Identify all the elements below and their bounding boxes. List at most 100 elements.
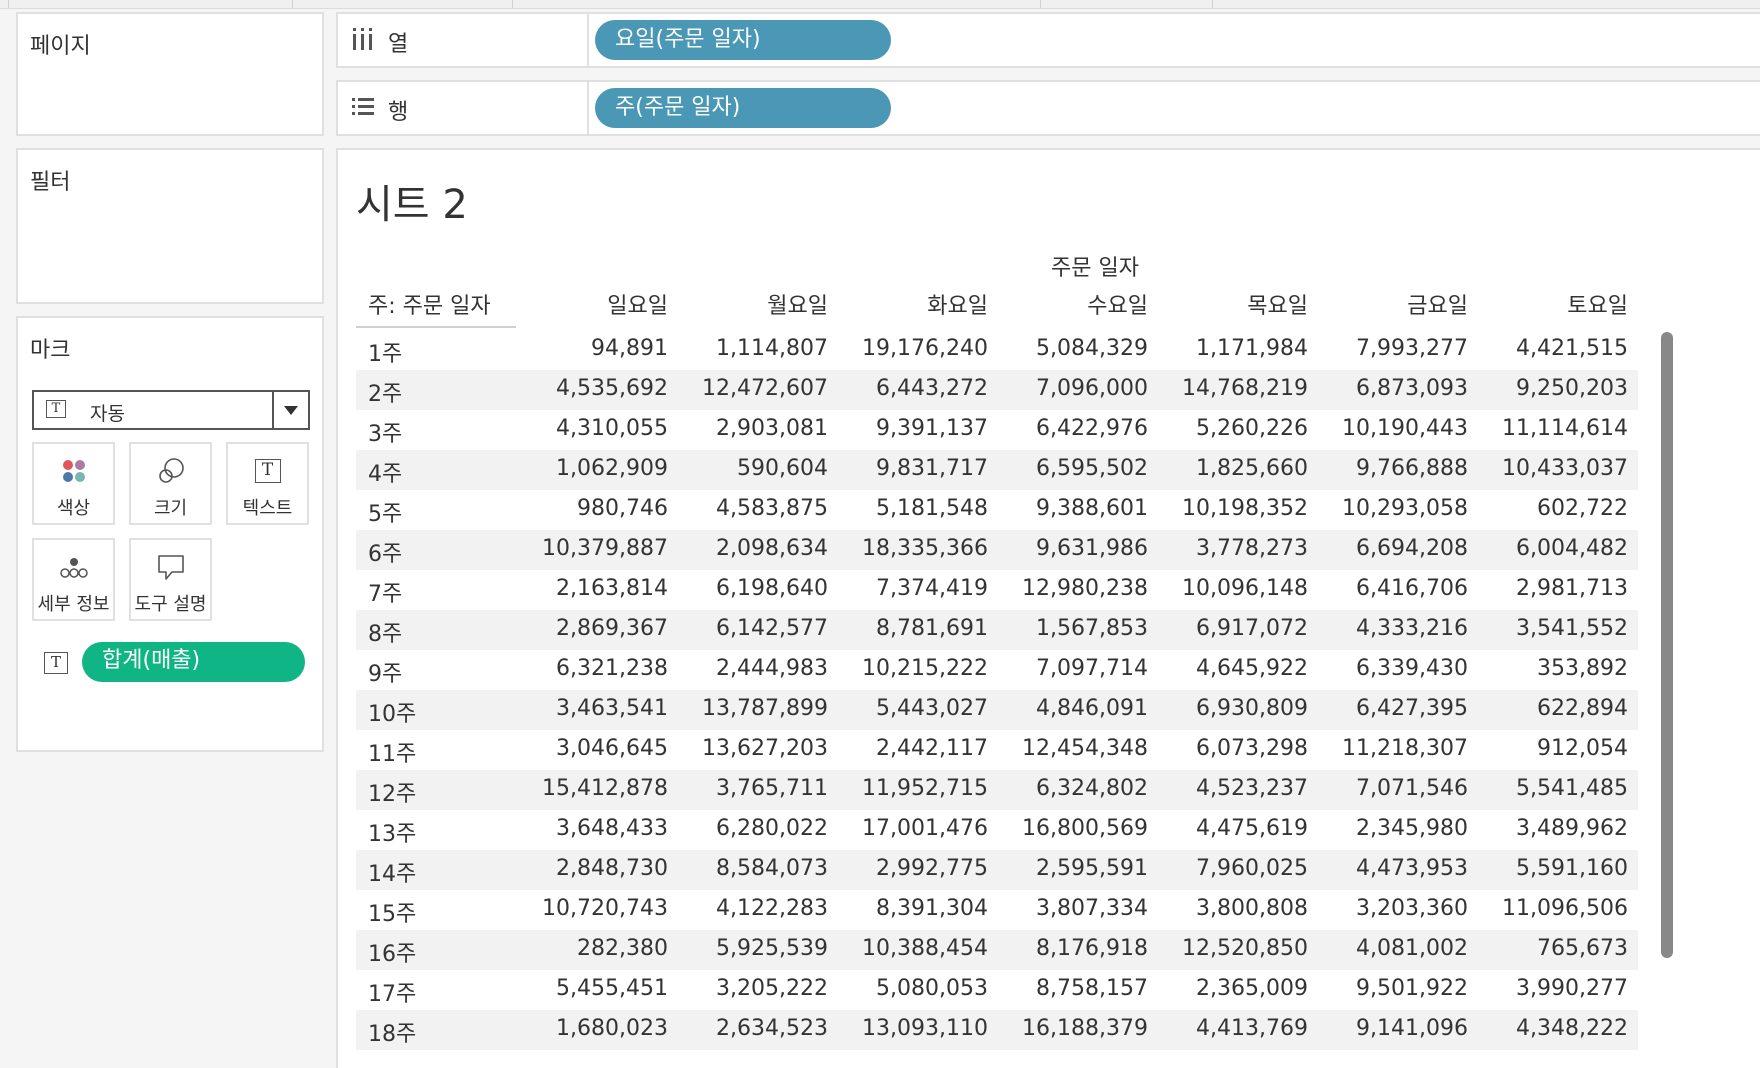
measure-pill-sum-sales[interactable]: 합계(매출) (82, 642, 305, 682)
filters-panel[interactable]: 필터 (16, 148, 324, 304)
table-cell[interactable]: 9,501,922 (1318, 976, 1468, 1001)
table-row[interactable]: 13주 3,648,433 6,280,022 17,001,476 16,800,56… (356, 810, 1638, 850)
table-cell[interactable]: 13,787,899 (678, 696, 828, 721)
table-cell[interactable]: 10,096,148 (1158, 576, 1308, 601)
table-cell[interactable]: 6,443,272 (838, 376, 988, 401)
row-label[interactable]: 2주 (368, 376, 402, 408)
table-cell[interactable]: 3,463,541 (518, 696, 668, 721)
table-cell[interactable]: 2,903,081 (678, 416, 828, 441)
table-cell[interactable]: 2,595,591 (998, 856, 1148, 881)
table-cell[interactable]: 4,333,216 (1318, 616, 1468, 641)
size-button[interactable]: 크기 (129, 442, 212, 525)
table-cell[interactable]: 4,535,692 (518, 376, 668, 401)
columns-pill-weekday[interactable]: 요일(주문 일자) (595, 20, 891, 60)
table-cell[interactable]: 7,960,025 (1158, 856, 1308, 881)
table-cell[interactable]: 4,421,515 (1478, 336, 1628, 361)
row-label[interactable]: 5주 (368, 496, 402, 528)
table-cell[interactable]: 6,339,430 (1318, 656, 1468, 681)
row-label[interactable]: 4주 (368, 456, 402, 488)
table-cell[interactable]: 8,391,304 (838, 896, 988, 921)
table-row[interactable]: 6주 10,379,887 2,098,634 18,335,366 9,631,986… (356, 530, 1638, 570)
table-cell[interactable]: 12,520,850 (1158, 936, 1308, 961)
table-cell[interactable]: 6,073,298 (1158, 736, 1308, 761)
table-cell[interactable]: 8,781,691 (838, 616, 988, 641)
table-cell[interactable]: 282,380 (518, 936, 668, 961)
table-cell[interactable]: 6,416,706 (1318, 576, 1468, 601)
table-cell[interactable]: 4,645,922 (1158, 656, 1308, 681)
rows-pill-week[interactable]: 주(주문 일자) (595, 88, 891, 128)
row-label[interactable]: 12주 (368, 776, 416, 808)
table-cell[interactable]: 4,523,237 (1158, 776, 1308, 801)
table-cell[interactable]: 12,472,607 (678, 376, 828, 401)
table-cell[interactable]: 3,807,334 (998, 896, 1148, 921)
table-cell[interactable]: 3,800,808 (1158, 896, 1308, 921)
rows-shelf[interactable]: 행 주(주문 일자) (336, 80, 1760, 136)
table-cell[interactable]: 10,198,352 (1158, 496, 1308, 521)
table-cell[interactable]: 2,098,634 (678, 536, 828, 561)
tooltip-button[interactable]: 도구 설명 (129, 538, 212, 621)
sheet-title[interactable]: 시트 2 (356, 172, 468, 230)
table-cell[interactable]: 1,567,853 (998, 616, 1148, 641)
table-row[interactable]: 5주 980,746 4,583,875 5,181,548 9,388,601 10,1… (356, 490, 1638, 530)
table-cell[interactable]: 3,765,711 (678, 776, 828, 801)
table-cell[interactable]: 4,413,769 (1158, 1016, 1308, 1041)
table-row[interactable]: 16주 282,380 5,925,539 10,388,454 8,176,918 12… (356, 930, 1638, 970)
row-label[interactable]: 16주 (368, 936, 416, 968)
table-row[interactable]: 11주 3,046,645 13,627,203 2,442,117 12,454,34… (356, 730, 1638, 770)
table-cell[interactable]: 10,379,887 (518, 536, 668, 561)
table-cell[interactable]: 3,648,433 (518, 816, 668, 841)
row-label[interactable]: 11주 (368, 736, 416, 768)
table-cell[interactable]: 7,097,714 (998, 656, 1148, 681)
row-label[interactable]: 3주 (368, 416, 402, 448)
table-cell[interactable]: 16,188,379 (998, 1016, 1148, 1041)
table-row[interactable]: 10주 3,463,541 13,787,899 5,443,027 4,846,091… (356, 690, 1638, 730)
table-cell[interactable]: 2,163,814 (518, 576, 668, 601)
table-cell[interactable]: 6,004,482 (1478, 536, 1628, 561)
table-cell[interactable]: 10,293,058 (1318, 496, 1468, 521)
table-cell[interactable]: 353,892 (1478, 656, 1628, 681)
table-cell[interactable]: 765,673 (1478, 936, 1628, 961)
table-cell[interactable]: 1,114,807 (678, 336, 828, 361)
color-button[interactable]: 색상 (32, 442, 115, 525)
table-cell[interactable]: 1,825,660 (1158, 456, 1308, 481)
table-cell[interactable]: 9,766,888 (1318, 456, 1468, 481)
table-cell[interactable]: 4,310,055 (518, 416, 668, 441)
table-cell[interactable]: 3,489,962 (1478, 816, 1628, 841)
table-cell[interactable]: 15,412,878 (518, 776, 668, 801)
table-cell[interactable]: 980,746 (518, 496, 668, 521)
column-header[interactable]: 일요일 (518, 288, 668, 320)
table-cell[interactable]: 4,122,283 (678, 896, 828, 921)
table-cell[interactable]: 6,198,640 (678, 576, 828, 601)
table-cell[interactable]: 602,722 (1478, 496, 1628, 521)
table-cell[interactable]: 10,388,454 (838, 936, 988, 961)
table-cell[interactable]: 5,080,053 (838, 976, 988, 1001)
row-label[interactable]: 6주 (368, 536, 402, 568)
table-cell[interactable]: 6,930,809 (1158, 696, 1308, 721)
table-cell[interactable]: 9,250,203 (1478, 376, 1628, 401)
table-cell[interactable]: 2,365,009 (1158, 976, 1308, 1001)
table-cell[interactable]: 13,627,203 (678, 736, 828, 761)
table-cell[interactable]: 6,422,976 (998, 416, 1148, 441)
table-cell[interactable]: 3,203,360 (1318, 896, 1468, 921)
column-header[interactable]: 화요일 (838, 288, 988, 320)
table-cell[interactable]: 2,848,730 (518, 856, 668, 881)
mark-type-dropdown[interactable]: T 자동 (32, 390, 310, 430)
table-cell[interactable]: 1,680,023 (518, 1016, 668, 1041)
table-cell[interactable]: 2,869,367 (518, 616, 668, 641)
table-row[interactable]: 18주 1,680,023 2,634,523 13,093,110 16,188,37… (356, 1010, 1638, 1050)
table-row[interactable]: 3주 4,310,055 2,903,081 9,391,137 6,422,976 5,… (356, 410, 1638, 450)
table-cell[interactable]: 11,952,715 (838, 776, 988, 801)
table-cell[interactable]: 8,584,073 (678, 856, 828, 881)
table-cell[interactable]: 5,084,329 (998, 336, 1148, 361)
table-cell[interactable]: 2,981,713 (1478, 576, 1628, 601)
table-cell[interactable]: 9,388,601 (998, 496, 1148, 521)
table-cell[interactable]: 3,046,645 (518, 736, 668, 761)
table-cell[interactable]: 6,595,502 (998, 456, 1148, 481)
row-label[interactable]: 14주 (368, 856, 416, 888)
column-group-header[interactable]: 주문 일자 (1040, 250, 1150, 282)
table-cell[interactable]: 9,631,986 (998, 536, 1148, 561)
table-cell[interactable]: 622,894 (1478, 696, 1628, 721)
table-row[interactable]: 12주 15,412,878 3,765,711 11,952,715 6,324,80… (356, 770, 1638, 810)
row-label[interactable]: 1주 (368, 336, 402, 368)
table-cell[interactable]: 11,114,614 (1478, 416, 1628, 441)
